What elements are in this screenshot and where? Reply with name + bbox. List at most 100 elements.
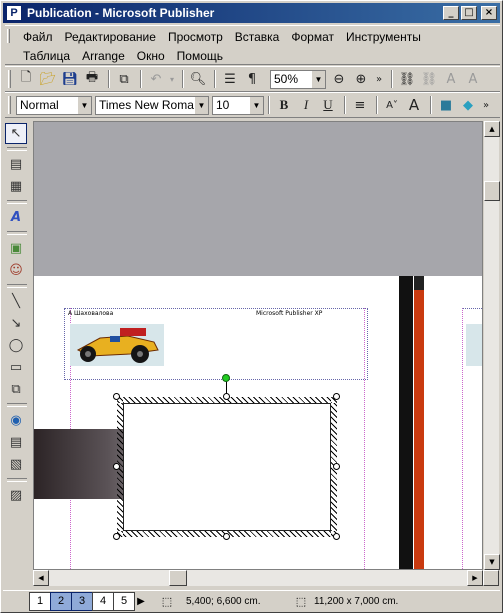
3d-style-icon[interactable]: ◆ — [458, 95, 478, 115]
next-page-icon[interactable]: ▶ — [134, 596, 148, 607]
hyperlink-icon[interactable]: ⛓ — [397, 69, 417, 89]
menu-view[interactable]: Просмотр — [162, 30, 229, 44]
resize-handle-n[interactable] — [223, 393, 230, 400]
resize-handle-se[interactable] — [333, 533, 340, 540]
publisher-app-icon[interactable]: P — [6, 5, 22, 21]
decrease-font-icon[interactable]: A˅ — [382, 95, 402, 115]
undo-dropdown-icon[interactable]: ▾ — [168, 69, 176, 89]
close-button[interactable]: × — [481, 6, 497, 20]
oval-tool-icon[interactable]: ◯ — [5, 335, 27, 356]
zoom-in-icon[interactable]: ⊕ — [351, 69, 371, 89]
toolbar-separator — [344, 96, 346, 114]
horizontal-scrollbar[interactable]: ◀ ▶ — [33, 570, 483, 586]
chevron-down-icon[interactable]: ▼ — [194, 96, 208, 114]
menu-help[interactable]: Помощь — [171, 49, 229, 63]
menu-arrange[interactable]: Arrange — [76, 49, 131, 63]
pilcrow-icon[interactable]: ¶ — [242, 69, 262, 89]
font-size-select[interactable]: 10 ▼ — [212, 95, 264, 115]
resize-handle-nw[interactable] — [113, 393, 120, 400]
resize-handle-sw[interactable] — [113, 533, 120, 540]
page-2-preview[interactable] — [426, 276, 482, 569]
open-icon[interactable]: 📂︎ — [38, 69, 58, 89]
page-tab-1[interactable]: 1 — [29, 591, 51, 611]
resize-handle-s[interactable] — [223, 533, 230, 540]
picture-icon[interactable]: ▣ — [5, 238, 27, 259]
chevron-down-icon[interactable]: ▼ — [249, 96, 263, 114]
line-tool-icon[interactable]: ╲ — [5, 291, 27, 312]
increase-font-icon[interactable]: A — [404, 95, 424, 115]
design-gallery-icon[interactable]: ▨ — [5, 485, 27, 506]
zoom-out-icon[interactable]: ⊖ — [329, 69, 349, 89]
table-icon[interactable]: ▦ — [5, 176, 27, 197]
font-select[interactable]: Times New Roman ▼ — [95, 95, 209, 115]
title-bar[interactable]: P Publication - Microsoft Publisher _ □ … — [3, 3, 500, 23]
scroll-right-icon[interactable]: ▶ — [467, 570, 483, 586]
text-box-icon[interactable]: ▤ — [5, 154, 27, 175]
resize-handle-ne[interactable] — [333, 393, 340, 400]
menu-format[interactable]: Формат — [285, 30, 340, 44]
more-icon[interactable]: » — [373, 69, 385, 89]
toolbar-grip[interactable] — [8, 70, 11, 88]
copy-icon[interactable]: ⧉ — [114, 69, 134, 89]
race-car-image[interactable] — [466, 324, 482, 366]
page-tab-2[interactable]: 2 — [50, 591, 72, 611]
hot-spot-icon[interactable]: ◉ — [5, 410, 27, 431]
toolbar-grip[interactable] — [8, 96, 11, 114]
toolbar-separator — [7, 200, 27, 204]
menu-insert[interactable]: Вставка — [229, 30, 286, 44]
zoom-select[interactable]: 50% ▼ — [270, 69, 326, 89]
link-frames-icon[interactable]: ⛓ — [419, 69, 439, 89]
print-preview-icon[interactable]: 🖶 — [82, 69, 102, 89]
race-car-image[interactable] — [70, 324, 164, 366]
fill-color-icon[interactable]: ■ — [436, 95, 456, 115]
text-frame-body[interactable] — [123, 403, 331, 531]
new-icon[interactable]: 🗋 — [16, 69, 36, 89]
form-control-icon[interactable]: ▤ — [5, 432, 27, 453]
menu-table[interactable]: Таблица — [17, 49, 76, 63]
columns-icon[interactable]: ☰ — [220, 69, 240, 89]
arrow-tool-icon[interactable]: ↘ — [5, 313, 27, 334]
resize-handle-e[interactable] — [333, 463, 340, 470]
autoshapes-icon[interactable]: ⧉ — [5, 379, 27, 400]
pointer-tool-icon[interactable]: ↖ — [5, 123, 27, 144]
toolbar-separator — [7, 478, 27, 482]
undo-icon[interactable]: ↶ — [146, 69, 166, 89]
publication-workspace[interactable]: А Шаховалова Microsoft Publisher XP — [33, 121, 483, 570]
text-effects-icon[interactable]: A — [441, 69, 461, 89]
scroll-left-icon[interactable]: ◀ — [33, 570, 49, 586]
save-icon[interactable]: 💾︎ — [60, 69, 80, 89]
bold-button[interactable]: B — [274, 95, 294, 115]
vertical-scroll-thumb[interactable] — [484, 181, 500, 201]
page-tab-5[interactable]: 5 — [113, 591, 135, 611]
horizontal-scroll-thumb[interactable] — [169, 570, 187, 586]
maximize-button[interactable]: □ — [461, 6, 477, 20]
vertical-scrollbar[interactable]: ▲ ▼ — [483, 121, 500, 570]
scroll-corner — [483, 570, 499, 586]
menu-file[interactable]: Файл — [17, 30, 59, 44]
chevron-down-icon[interactable]: ▼ — [311, 70, 325, 88]
rotation-handle[interactable] — [222, 374, 230, 382]
underline-button[interactable]: U — [318, 95, 338, 115]
italic-button[interactable]: I — [296, 95, 316, 115]
menu-grip[interactable] — [7, 29, 10, 43]
chevron-down-icon[interactable]: ▼ — [77, 96, 91, 114]
find-icon[interactable]: 🔍︎ — [188, 69, 208, 89]
rectangle-tool-icon[interactable]: ▭ — [5, 357, 27, 378]
html-fragment-icon[interactable]: ▧ — [5, 454, 27, 475]
text-size-icon[interactable]: A — [463, 69, 483, 89]
scroll-up-icon[interactable]: ▲ — [484, 121, 500, 137]
resize-handle-w[interactable] — [113, 463, 120, 470]
page-tab-4[interactable]: 4 — [92, 591, 114, 611]
menu-edit[interactable]: Редактирование — [59, 30, 162, 44]
page-tab-3[interactable]: 3 — [71, 591, 93, 611]
menu-window[interactable]: Окно — [131, 49, 171, 63]
menu-tools[interactable]: Инструменты — [340, 30, 427, 44]
clip-art-icon[interactable]: ☺ — [5, 260, 27, 281]
style-select[interactable]: Normal ▼ — [16, 95, 92, 115]
scroll-down-icon[interactable]: ▼ — [484, 554, 500, 570]
align-center-icon[interactable]: ≡ — [350, 95, 370, 115]
wordart-icon[interactable]: A — [5, 207, 27, 228]
toolbar-separator — [214, 70, 216, 88]
more-icon[interactable]: » — [480, 95, 492, 115]
minimize-button[interactable]: _ — [443, 6, 459, 20]
